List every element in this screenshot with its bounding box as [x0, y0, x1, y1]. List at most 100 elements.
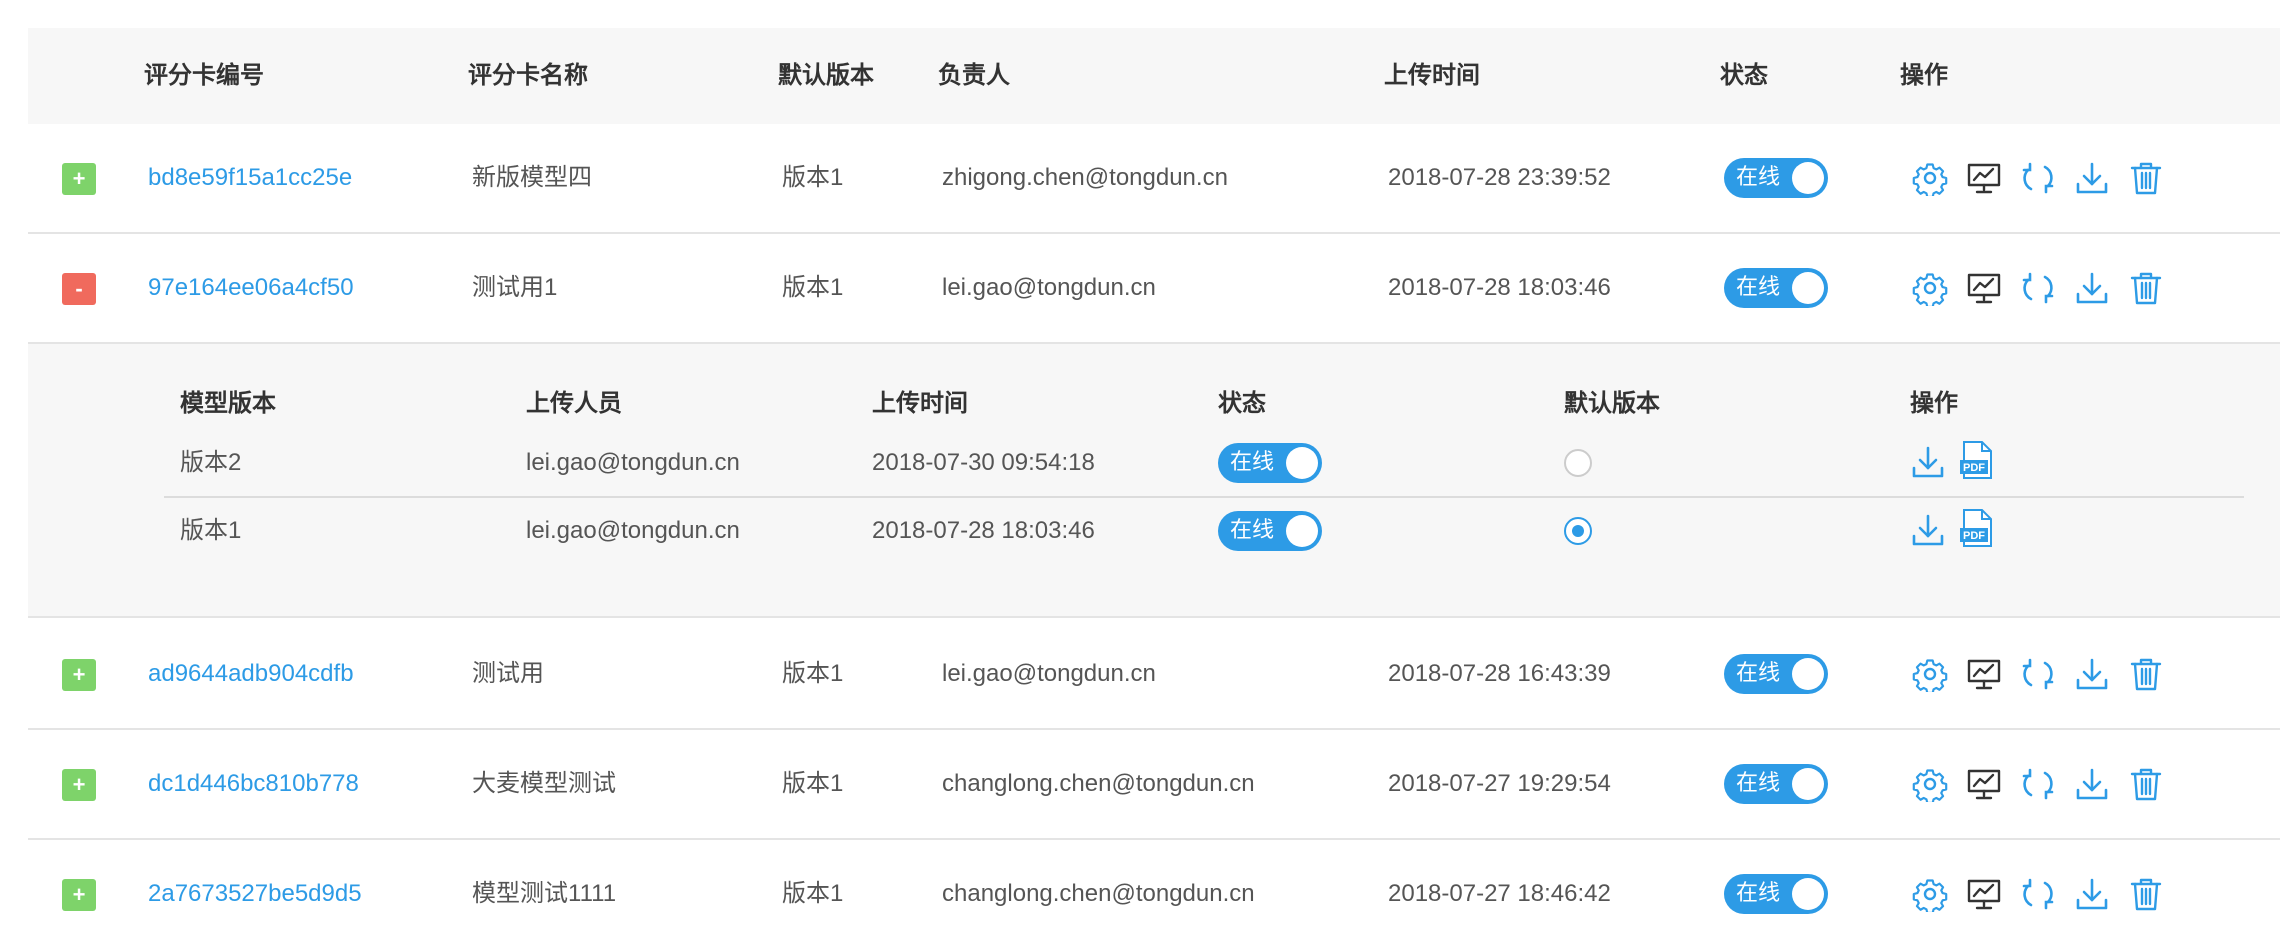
gear-icon[interactable] [1912, 876, 1948, 912]
table-row: - 97e164ee06a4cf50 测试用1 版本1 lei.gao@tong… [28, 234, 2280, 344]
default-version: 版本1 [782, 274, 844, 301]
monitor-chart-icon[interactable] [1966, 656, 2002, 692]
refresh-icon[interactable] [2020, 656, 2056, 692]
scorecard-name: 模型测试1111 [472, 880, 617, 907]
gear-icon[interactable] [1912, 160, 1948, 196]
scorecard-id-link[interactable]: dc1d446bc810b778 [148, 730, 359, 838]
table-row: + bd8e59f15a1cc25e 新版模型四 版本1 zhigong.che… [28, 124, 2280, 234]
owner-email: lei.gao@tongdun.cn [942, 274, 1156, 301]
collapse-row-button[interactable]: - [62, 273, 96, 305]
scorecard-name: 测试用 [472, 660, 544, 687]
scorecard-name: 新版模型四 [472, 164, 592, 191]
upload-time: 2018-07-28 16:43:39 [1388, 660, 1611, 687]
trash-icon[interactable] [2128, 766, 2164, 802]
status-toggle-label: 在线 [1230, 449, 1275, 474]
status-toggle[interactable]: 在线 [1218, 443, 1322, 483]
header-upload-time: 上传时间 [1384, 62, 1480, 89]
toggle-knob [1792, 658, 1824, 690]
monitor-chart-icon[interactable] [1966, 270, 2002, 306]
scorecard-id-link[interactable]: 2a7673527be5d9d5 [148, 840, 362, 934]
version-link[interactable]: 版本1 [180, 498, 241, 564]
toggle-knob [1286, 515, 1318, 547]
download-icon[interactable] [1910, 444, 1946, 480]
expand-row-button[interactable]: + [62, 163, 96, 195]
pdf-file-icon[interactable] [1958, 508, 1994, 548]
default-version: 版本1 [782, 880, 844, 907]
scorecard-id-link[interactable]: bd8e59f15a1cc25e [148, 124, 352, 232]
gear-icon[interactable] [1912, 656, 1948, 692]
refresh-icon[interactable] [2020, 876, 2056, 912]
scorecard-id-link[interactable]: 97e164ee06a4cf50 [148, 234, 354, 342]
owner-email: changlong.chen@tongdun.cn [942, 770, 1255, 797]
refresh-icon[interactable] [2020, 270, 2056, 306]
refresh-icon[interactable] [2020, 160, 2056, 196]
status-toggle-label: 在线 [1736, 660, 1781, 685]
download-icon[interactable] [2074, 270, 2110, 306]
scorecard-name: 大麦模型测试 [472, 770, 616, 797]
monitor-chart-icon[interactable] [1966, 876, 2002, 912]
status-toggle[interactable]: 在线 [1218, 511, 1322, 551]
sub-header-upload-time: 上传时间 [872, 390, 968, 417]
toggle-knob [1792, 162, 1824, 194]
default-version: 版本1 [782, 660, 844, 687]
header-owner: 负责人 [938, 62, 1010, 89]
uploader-email: lei.gao@tongdun.cn [526, 517, 740, 544]
scorecard-name: 测试用1 [472, 274, 558, 301]
gear-icon[interactable] [1912, 270, 1948, 306]
table-row: + dc1d446bc810b778 大麦模型测试 版本1 changlong.… [28, 730, 2280, 840]
sub-header-actions: 操作 [1910, 390, 1958, 417]
expand-row-button[interactable]: + [62, 769, 96, 801]
default-version: 版本1 [782, 770, 844, 797]
owner-email: zhigong.chen@tongdun.cn [942, 164, 1228, 191]
trash-icon[interactable] [2128, 160, 2164, 196]
toggle-knob [1792, 768, 1824, 800]
gear-icon[interactable] [1912, 766, 1948, 802]
default-version-radio[interactable] [1564, 517, 1592, 545]
download-icon[interactable] [1910, 512, 1946, 548]
status-toggle[interactable]: 在线 [1724, 874, 1828, 914]
header-status: 状态 [1720, 62, 1768, 89]
header-actions: 操作 [1900, 62, 1948, 89]
scorecard-id-link[interactable]: ad9644adb904cdfb [148, 620, 354, 728]
version-link[interactable]: 版本2 [180, 430, 241, 496]
status-toggle-label: 在线 [1736, 164, 1781, 189]
status-toggle-label: 在线 [1736, 274, 1781, 299]
trash-icon[interactable] [2128, 876, 2164, 912]
status-toggle[interactable]: 在线 [1724, 764, 1828, 804]
uploader-email: lei.gao@tongdun.cn [526, 449, 740, 476]
header-id: 评分卡编号 [144, 62, 264, 89]
monitor-chart-icon[interactable] [1966, 160, 2002, 196]
download-icon[interactable] [2074, 656, 2110, 692]
version-row: 版本1 lei.gao@tongdun.cn 2018-07-28 18:03:… [164, 498, 2244, 566]
refresh-icon[interactable] [2020, 766, 2056, 802]
expand-row-button[interactable]: + [62, 659, 96, 691]
pdf-file-icon[interactable] [1958, 440, 1994, 480]
sub-header-version: 模型版本 [180, 390, 276, 417]
download-icon[interactable] [2074, 766, 2110, 802]
monitor-chart-icon[interactable] [1966, 766, 2002, 802]
status-toggle-label: 在线 [1736, 770, 1781, 795]
trash-icon[interactable] [2128, 270, 2164, 306]
owner-email: changlong.chen@tongdun.cn [942, 880, 1255, 907]
sub-header-uploader: 上传人员 [526, 390, 622, 417]
status-toggle-label: 在线 [1736, 880, 1781, 905]
owner-email: lei.gao@tongdun.cn [942, 660, 1156, 687]
status-toggle[interactable]: 在线 [1724, 654, 1828, 694]
status-toggle-label: 在线 [1230, 517, 1275, 542]
default-version: 版本1 [782, 164, 844, 191]
upload-time: 2018-07-28 18:03:46 [1388, 274, 1611, 301]
status-toggle[interactable]: 在线 [1724, 268, 1828, 308]
status-toggle[interactable]: 在线 [1724, 158, 1828, 198]
trash-icon[interactable] [2128, 656, 2164, 692]
default-version-radio[interactable] [1564, 449, 1592, 477]
upload-time: 2018-07-27 18:46:42 [1388, 880, 1611, 907]
expand-row-button[interactable]: + [62, 879, 96, 911]
download-icon[interactable] [2074, 160, 2110, 196]
download-icon[interactable] [2074, 876, 2110, 912]
toggle-knob [1792, 878, 1824, 910]
table-row: + ad9644adb904cdfb 测试用 版本1 lei.gao@tongd… [28, 620, 2280, 730]
toggle-knob [1286, 447, 1318, 479]
table-header: 评分卡编号 评分卡名称 默认版本 负责人 上传时间 状态 操作 [28, 28, 2280, 124]
version-row: 版本2 lei.gao@tongdun.cn 2018-07-30 09:54:… [164, 430, 2244, 498]
upload-time: 2018-07-30 09:54:18 [872, 449, 1095, 476]
